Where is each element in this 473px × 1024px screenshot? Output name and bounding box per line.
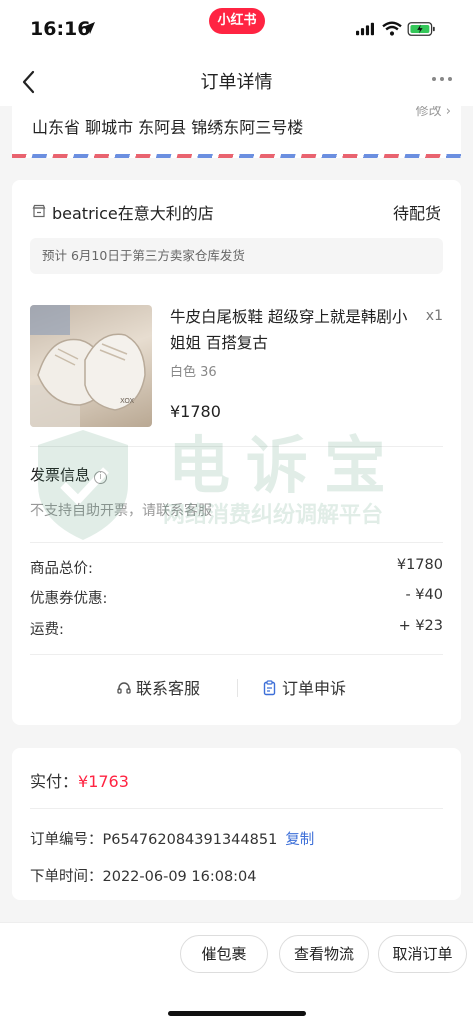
address-card[interactable]: 修改 › 山东省 聊城市 东阿县 锦绣东阿三号楼 — [12, 106, 461, 158]
divider — [30, 542, 443, 543]
chevron-right-icon: › — [445, 106, 451, 119]
headset-icon — [117, 682, 131, 694]
price-row-coupon: 优惠券优惠: - ¥40 — [30, 587, 443, 609]
payment-card: 实付：¥1763 订单编号：P654762084391344851 复制 下单时间… — [12, 748, 461, 900]
invoice-title-label: 发票信息 — [30, 466, 91, 484]
store-icon — [32, 204, 46, 218]
price-label: 商品总价: — [30, 561, 93, 577]
order-number: P654762084391344851 — [102, 832, 278, 848]
urge-package-button[interactable]: 催包裹 — [180, 935, 268, 973]
modify-address-link[interactable]: 修改 › — [416, 106, 451, 119]
price-row-shipping: 运费: + ¥23 — [30, 618, 443, 640]
home-indicator — [168, 1011, 306, 1016]
contact-service-label: 联系客服 — [136, 679, 201, 698]
price-value: - ¥40 — [405, 587, 443, 603]
invoice-note: 不支持自助开票，请联系客服 — [30, 503, 212, 519]
cancel-order-button[interactable]: 取消订单 — [378, 935, 467, 973]
status-bar: 16:16 小红书 — [0, 0, 473, 58]
copy-order-number-button[interactable]: 复制 — [285, 832, 314, 848]
price-value: ¥1780 — [396, 557, 443, 573]
order-complaint-label: 订单申诉 — [282, 679, 347, 698]
sneaker-photo: XOX — [30, 305, 146, 427]
modify-label: 修改 — [415, 106, 442, 119]
battery-icon — [407, 22, 435, 36]
price-label: 运费: — [30, 622, 64, 638]
shop-name: beatrice在意大利的店 — [52, 204, 214, 223]
contact-service-button[interactable]: 联系客服 — [116, 675, 200, 699]
invoice-title: 发票信息 i — [30, 464, 108, 485]
info-icon[interactable]: i — [94, 471, 108, 484]
order-time-row: 下单时间：2022-06-09 16:08:04 — [30, 865, 257, 886]
svg-text:XOX: XOX — [120, 397, 134, 405]
order-status: 待配货 — [392, 204, 441, 223]
price-row-subtotal: 商品总价: ¥1780 — [30, 557, 443, 579]
order-time-label: 下单时间： — [30, 869, 103, 885]
action-separator — [237, 679, 238, 697]
status-icons — [356, 21, 435, 36]
page-title: 订单详情 — [200, 72, 273, 93]
order-time: 2022-06-09 16:08:04 — [102, 869, 257, 885]
divider — [30, 446, 443, 447]
order-complaint-button[interactable]: 订单申诉 — [262, 675, 346, 699]
address-text: 山东省 聊城市 东阿县 锦绣东阿三号楼 — [32, 118, 304, 137]
product-quantity: x1 — [425, 308, 443, 324]
paid-amount: ¥1763 — [78, 772, 129, 791]
order-number-label: 订单编号： — [30, 832, 103, 848]
bottom-action-bar: 催包裹 查看物流 取消订单 — [0, 922, 473, 1024]
price-value: + ¥23 — [398, 618, 443, 634]
product-price: ¥1780 — [170, 402, 221, 421]
product-spec: 白色 36 — [170, 365, 217, 380]
nav-bar: 订单详情 — [0, 58, 473, 106]
shop-row[interactable]: beatrice在意大利的店 待配货 — [32, 200, 441, 223]
airmail-border — [12, 154, 461, 158]
order-number-row: 订单编号：P654762084391344851 复制 — [30, 828, 314, 849]
divider — [30, 654, 443, 655]
wifi-icon — [382, 21, 402, 36]
paid-row: 实付：¥1763 — [30, 768, 129, 792]
order-card: beatrice在意大利的店 待配货 预计 6月10日于第三方卖家仓库发货 XO… — [12, 180, 461, 725]
product-image[interactable]: XOX — [30, 305, 152, 427]
order-actions: 联系客服 订单申诉 — [12, 675, 461, 701]
paid-label: 实付： — [30, 772, 79, 791]
view-logistics-button[interactable]: 查看物流 — [279, 935, 369, 973]
price-label: 优惠券优惠: — [30, 591, 108, 607]
more-dots-icon[interactable] — [431, 76, 453, 82]
signal-icon — [356, 22, 374, 36]
clipboard-icon — [263, 680, 276, 696]
shipping-note: 预计 6月10日于第三方卖家仓库发货 — [30, 238, 443, 274]
location-arrow-icon — [83, 22, 95, 34]
app-badge: 小红书 — [209, 8, 265, 34]
product-title: 牛皮白尾板鞋 超级穿上就是韩剧小姐姐 百搭复古 — [170, 308, 408, 352]
divider — [30, 808, 443, 809]
